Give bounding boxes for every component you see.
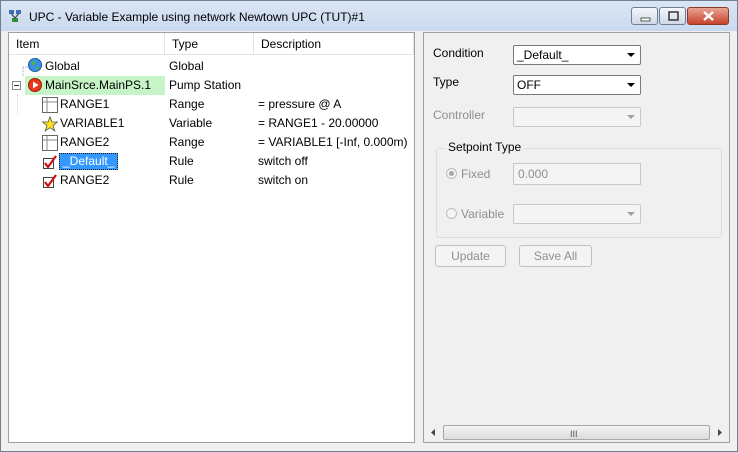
- close-icon: [703, 11, 714, 21]
- client-area: Item Type Description Global Global Main…: [8, 32, 730, 444]
- tree-row-range2[interactable]: RANGE2 Range = VARIABLE1 [-Inf, 0.000m): [9, 133, 414, 152]
- tree-row-global[interactable]: Global Global: [9, 57, 414, 76]
- chevron-down-icon: [627, 83, 635, 87]
- title-bar[interactable]: UPC - Variable Example using network New…: [1, 1, 737, 31]
- globe-icon: [27, 57, 43, 73]
- close-button[interactable]: [687, 7, 729, 25]
- rule-check-icon: [42, 173, 58, 189]
- tree-item-description: switch on: [258, 173, 309, 187]
- range-icon: [42, 97, 58, 113]
- condition-value: _Default_: [517, 48, 569, 62]
- star-icon: [41, 115, 59, 132]
- variable-label: Variable: [461, 207, 505, 221]
- tree-item-type: Global: [169, 59, 204, 73]
- tree-item-type: Range: [169, 135, 205, 149]
- scrollbar-thumb[interactable]: III: [443, 425, 710, 440]
- minimize-icon: [640, 17, 651, 22]
- tree-item-label: RANGE2: [60, 135, 110, 149]
- fixed-value-input[interactable]: 0.000: [513, 163, 641, 185]
- properties-panel: Condition _Default_ Type OFF Controller …: [423, 32, 730, 443]
- range-icon: [42, 135, 58, 151]
- collapse-toggle-icon[interactable]: [12, 81, 21, 90]
- column-header-description[interactable]: Description: [254, 33, 414, 54]
- pump-station-icon: [27, 77, 43, 93]
- column-header-type[interactable]: Type: [165, 33, 254, 54]
- maximize-button[interactable]: [659, 7, 686, 25]
- tree-row-range1[interactable]: RANGE1 Range = pressure @ A: [9, 95, 414, 114]
- save-all-button[interactable]: Save All: [519, 245, 592, 267]
- network-icon: [8, 9, 22, 23]
- setpoint-type-title: Setpoint Type: [445, 140, 525, 154]
- chevron-down-icon: [627, 115, 635, 119]
- tree-item-description: switch off: [258, 154, 308, 168]
- maximize-icon: [668, 11, 679, 21]
- type-dropdown[interactable]: OFF: [513, 75, 641, 95]
- tree-item-label: VARIABLE1: [60, 116, 125, 130]
- tree-item-label: RANGE2: [60, 173, 110, 187]
- horizontal-scrollbar[interactable]: III: [425, 424, 728, 441]
- chevron-down-icon: [627, 53, 635, 57]
- column-header-item[interactable]: Item: [9, 33, 165, 54]
- header-divider: [9, 54, 414, 55]
- update-button[interactable]: Update: [435, 245, 506, 267]
- tree-connector: [17, 95, 18, 114]
- scroll-left-icon[interactable]: [425, 424, 442, 441]
- panel-splitter[interactable]: [415, 32, 423, 444]
- tree-item-label-selected: _Default_: [59, 153, 119, 170]
- rule-check-icon: [42, 154, 58, 170]
- condition-label: Condition: [433, 46, 484, 60]
- tree-item-type: Pump Station: [169, 78, 242, 92]
- tree-item-label: Global: [45, 59, 80, 73]
- variable-dropdown[interactable]: [513, 204, 641, 224]
- tree-row-variable1[interactable]: VARIABLE1 Variable = RANGE1 - 20.00000: [9, 114, 414, 133]
- tree-item-type: Rule: [169, 173, 194, 187]
- setpoint-type-group: [436, 148, 722, 238]
- scroll-right-icon[interactable]: [711, 424, 728, 441]
- tree-item-label: RANGE1: [60, 97, 110, 111]
- scrollbar-grip: III: [570, 429, 578, 439]
- window-title: UPC - Variable Example using network New…: [29, 10, 365, 24]
- tree-item-type: Range: [169, 97, 205, 111]
- tree-item-description: = VARIABLE1 [-Inf, 0.000m): [258, 135, 408, 149]
- variable-radio[interactable]: [446, 208, 457, 219]
- rule-tree[interactable]: Item Type Description Global Global Main…: [8, 32, 415, 443]
- condition-dropdown[interactable]: _Default_: [513, 45, 641, 65]
- tree-item-description: = pressure @ A: [258, 97, 342, 111]
- app-window: UPC - Variable Example using network New…: [0, 0, 738, 452]
- tree-row-pump-station[interactable]: MainSrce.MainPS.1 Pump Station: [9, 76, 414, 95]
- tree-item-label: MainSrce.MainPS.1: [45, 78, 152, 92]
- controller-dropdown[interactable]: [513, 107, 641, 127]
- fixed-radio[interactable]: [446, 168, 457, 179]
- tree-row-range2-rule[interactable]: RANGE2 Rule switch on: [9, 171, 414, 190]
- controller-label: Controller: [433, 108, 486, 122]
- type-label: Type: [433, 75, 460, 89]
- fixed-label: Fixed: [461, 167, 491, 181]
- tree-item-type: Rule: [169, 154, 194, 168]
- minimize-button[interactable]: [631, 7, 658, 25]
- chevron-down-icon: [627, 212, 635, 216]
- tree-row-default-rule[interactable]: _Default_ Rule switch off: [9, 152, 414, 171]
- tree-item-description: = RANGE1 - 20.00000: [258, 116, 379, 130]
- tree-item-type: Variable: [169, 116, 213, 130]
- type-value: OFF: [517, 78, 541, 92]
